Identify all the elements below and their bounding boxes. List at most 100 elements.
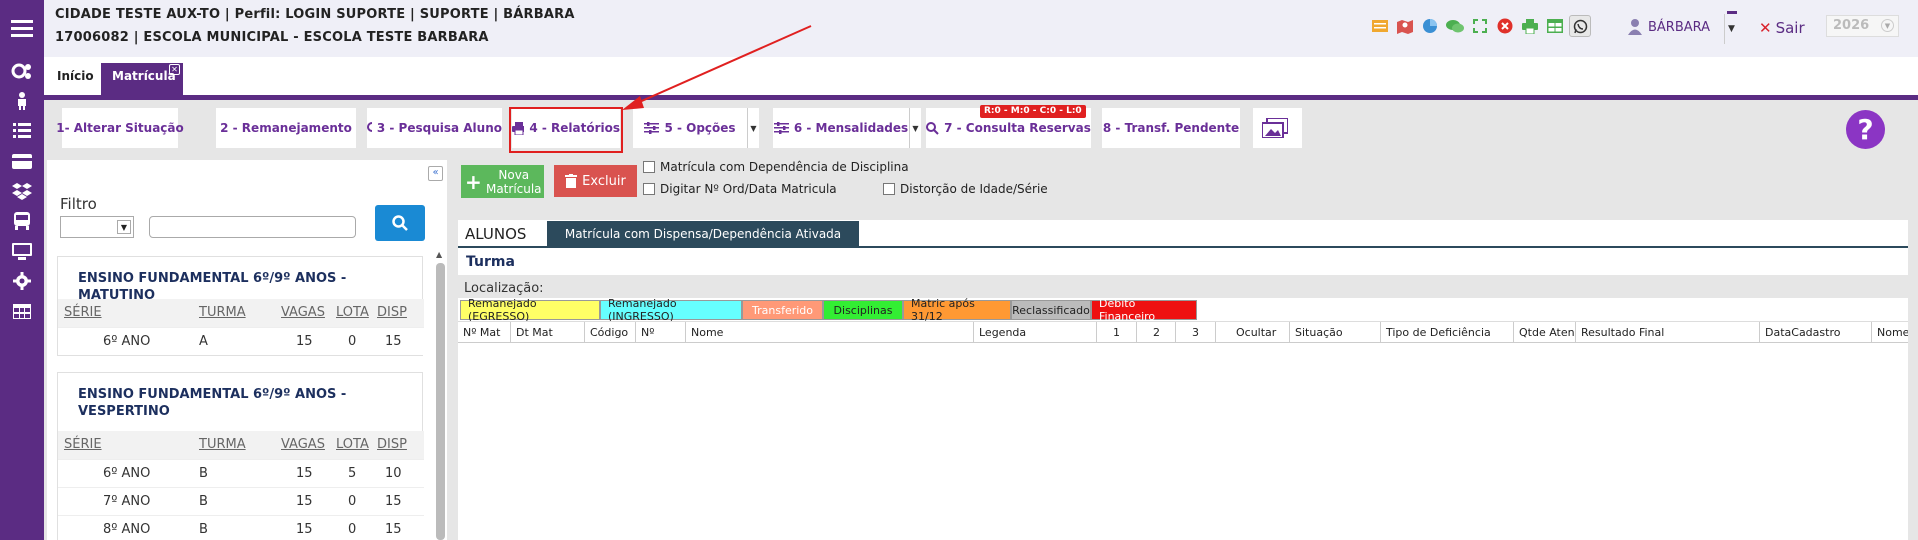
user-menu[interactable]: BÁRBARA <box>1648 20 1710 35</box>
transf-pendente-button[interactable]: 8 - Transf. Pendente <box>1102 108 1240 148</box>
col-dtmat[interactable]: Dt Mat <box>510 322 584 343</box>
list-icon[interactable] <box>1371 17 1389 35</box>
legend-ingresso: Remanejado (INGRESSO) <box>600 297 742 323</box>
menu-icon[interactable] <box>0 13 44 43</box>
tab-inicio[interactable]: Início <box>57 69 94 83</box>
close-icon[interactable]: ✕ <box>169 64 180 75</box>
trash-icon <box>565 174 578 188</box>
chat-icon[interactable] <box>1446 17 1464 35</box>
col-nome-2[interactable]: Nome <box>1871 322 1908 343</box>
col-legenda[interactable]: Legenda <box>973 322 1096 343</box>
class-row[interactable]: 6º ANO B 15 5 10 <box>58 459 424 487</box>
pesquisa-aluno-label: 3 - Pesquisa Aluno <box>376 121 502 135</box>
logout-button[interactable]: ✕ Sair <box>1759 19 1805 37</box>
cell-disp: 10 <box>385 466 402 481</box>
chevron-down-icon[interactable]: ▼ <box>1724 14 1738 44</box>
header-lota: LOTA <box>336 437 369 452</box>
cell-vagas: 15 <box>296 334 313 349</box>
col-ocultar[interactable]: Ocultar <box>1215 322 1289 343</box>
chk-digitar[interactable]: Digitar Nº Ord/Data Matricula <box>643 182 837 196</box>
col-nmat[interactable]: Nº Mat <box>458 322 510 343</box>
help-button[interactable]: ? <box>1846 110 1885 149</box>
scroll-up-icon[interactable]: ▲ <box>436 250 442 259</box>
chk-digitar-label: Digitar Nº Ord/Data Matricula <box>660 182 837 196</box>
excluir-button[interactable]: Excluir <box>554 165 637 197</box>
filter-input[interactable] <box>149 216 356 238</box>
group-title: ENSINO FUNDAMENTAL 6º/9º ANOS - VESPERTI… <box>78 387 347 419</box>
card-icon[interactable] <box>0 146 44 176</box>
sliders-icon <box>773 122 789 134</box>
close-circle-icon[interactable] <box>1496 17 1514 35</box>
chevron-down-icon: ▼ <box>117 220 131 234</box>
year-select[interactable]: 2026 ▼ <box>1826 15 1899 37</box>
search-button[interactable] <box>375 205 425 241</box>
col-tipo-deficiencia[interactable]: Tipo de Deficiência <box>1380 322 1513 343</box>
cell-disp: 15 <box>385 494 402 509</box>
turma-label: Turma <box>466 254 515 270</box>
list-icon[interactable] <box>0 116 44 146</box>
col-qtde-atendimento[interactable]: Qtde Atendimento <box>1513 322 1575 343</box>
dropbox-icon[interactable] <box>0 176 44 206</box>
cell-turma: B <box>199 466 208 481</box>
class-row[interactable]: 8º ANO B 15 0 15 <box>58 515 424 540</box>
tab-matricula[interactable]: Matrícula ✕ <box>101 63 183 95</box>
person-icon[interactable] <box>0 86 44 116</box>
filter-label: Filtro <box>60 195 97 213</box>
col-1[interactable]: 1 <box>1096 322 1136 343</box>
col-nome[interactable]: Nome <box>685 322 973 343</box>
cell-vagas: 15 <box>296 522 313 537</box>
header-serie: SÉRIE <box>64 305 102 320</box>
grid-icon[interactable] <box>0 296 44 326</box>
tab-alunos[interactable]: ALUNOS <box>465 225 526 243</box>
map-icon[interactable] <box>1396 17 1414 35</box>
gear-icon[interactable] <box>0 266 44 296</box>
collapse-icon[interactable]: « <box>428 166 443 181</box>
opcoes-label: 5 - Opções <box>664 121 736 135</box>
class-group: ENSINO FUNDAMENTAL 6º/9º ANOS - VESPERTI… <box>57 372 424 540</box>
class-row[interactable]: 7º ANO B 15 0 15 <box>58 487 424 515</box>
search-icon <box>926 121 939 135</box>
legend-debito: Debito Financeiro <box>1091 297 1197 323</box>
col-3[interactable]: 3 <box>1175 322 1215 343</box>
filter-select[interactable]: ▼ <box>60 216 134 238</box>
image-gallery-button[interactable] <box>1253 108 1302 148</box>
col-numero[interactable]: Nº <box>635 322 685 343</box>
whatsapp-icon[interactable] <box>1569 15 1591 37</box>
col-resultado-final[interactable]: Resultado Final <box>1575 322 1759 343</box>
col-codigo[interactable]: Código <box>584 322 635 343</box>
settings-icon[interactable] <box>0 56 44 86</box>
tab-dispensa[interactable]: Matrícula com Dispensa/Dependência Ativa… <box>547 221 859 246</box>
checkbox[interactable] <box>883 183 895 195</box>
chevron-down-icon[interactable]: ▼ <box>909 108 921 148</box>
cell-lota: 0 <box>348 522 357 537</box>
cell-serie: 6º ANO <box>103 466 151 481</box>
bus-icon[interactable] <box>0 206 44 236</box>
remanejamento-button[interactable]: 2 - Remanejamento <box>216 108 356 148</box>
remanejamento-label: 2 - Remanejamento <box>220 121 352 135</box>
cell-vagas: 15 <box>296 466 313 481</box>
chk-distorcao[interactable]: Distorção de Idade/Série <box>883 182 1048 196</box>
cell-disp: 15 <box>385 334 402 349</box>
col-datacadastro[interactable]: DataCadastro <box>1759 322 1871 343</box>
checkbox[interactable] <box>643 183 655 195</box>
pesquisa-aluno-button[interactable]: 3 - Pesquisa Aluno <box>367 108 502 148</box>
col-2[interactable]: 2 <box>1136 322 1175 343</box>
legend-reclassificado: Reclassificado <box>1011 300 1091 320</box>
scrollbar-thumb[interactable] <box>436 263 445 540</box>
nova-matricula-button[interactable]: + Nova Matrícula <box>461 165 544 198</box>
header-disp: DISP <box>377 437 407 452</box>
fullscreen-icon[interactable] <box>1471 17 1489 35</box>
mensalidades-label: 6 - Mensalidades <box>793 121 909 135</box>
col-situacao[interactable]: Situação <box>1289 322 1380 343</box>
class-row[interactable]: 6º ANO A 15 0 15 <box>58 327 424 355</box>
pie-chart-icon[interactable] <box>1421 17 1439 35</box>
user-icon <box>1628 19 1642 38</box>
table-icon[interactable] <box>1546 17 1564 35</box>
monitor-icon[interactable] <box>0 236 44 266</box>
alterar-situacao-button[interactable]: 1- Alterar Situação <box>56 108 184 148</box>
checkbox[interactable] <box>643 161 655 173</box>
transf-pendente-label: 8 - Transf. Pendente <box>1102 121 1240 135</box>
cell-lota: 0 <box>348 334 357 349</box>
printer-icon[interactable] <box>1521 17 1539 35</box>
chk-dependencia[interactable]: Matrícula com Dependência de Disciplina <box>643 160 909 174</box>
